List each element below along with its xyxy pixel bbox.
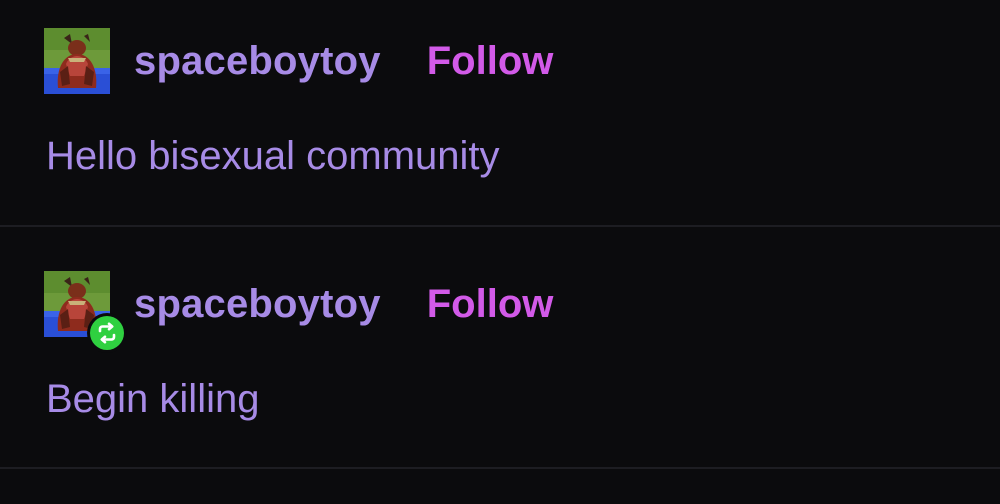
post: spaceboytoy Follow Begin killing <box>0 226 1000 469</box>
divider <box>0 467 1000 469</box>
reblog-icon <box>90 316 124 350</box>
username[interactable]: spaceboytoy <box>134 41 381 81</box>
follow-button[interactable]: Follow <box>427 284 554 324</box>
avatar[interactable] <box>44 271 127 353</box>
avatar[interactable] <box>44 28 110 94</box>
post-body: Begin killing <box>46 377 260 421</box>
post: spaceboytoy Follow Hello bisexual commun… <box>0 0 1000 226</box>
post-body: Hello bisexual community <box>46 134 500 178</box>
post-header: spaceboytoy Follow <box>44 271 554 353</box>
avatar-icon <box>44 28 110 94</box>
username[interactable]: spaceboytoy <box>134 284 381 324</box>
reblog-badge <box>87 313 127 353</box>
follow-button[interactable]: Follow <box>427 41 554 81</box>
post-header: spaceboytoy Follow <box>44 28 553 94</box>
